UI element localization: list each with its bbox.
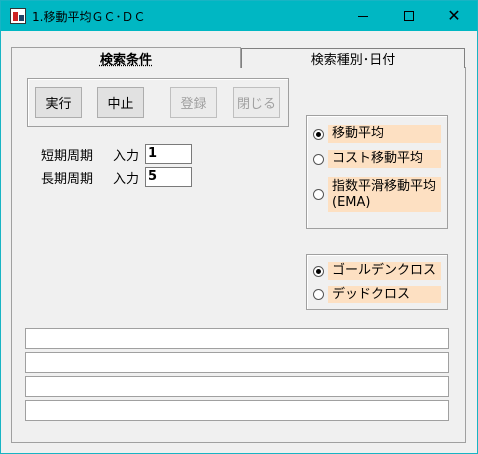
register-button[interactable]: 登録 xyxy=(170,87,217,118)
execute-button[interactable]: 実行 xyxy=(35,87,82,118)
long-input-label: 入力 xyxy=(113,172,140,187)
option-label: 移動平均 xyxy=(332,126,385,141)
tab-search-type-date[interactable]: 検索種別･日付 xyxy=(241,48,465,68)
stop-button[interactable]: 中止 xyxy=(97,87,144,118)
status-line-2 xyxy=(25,352,449,373)
long-period-input[interactable]: 5 xyxy=(145,167,192,187)
app-icon xyxy=(10,8,26,24)
radio-icon[interactable] xyxy=(313,189,324,200)
radio-icon[interactable] xyxy=(313,289,324,300)
radio-icon[interactable] xyxy=(313,153,324,165)
minimize-icon xyxy=(358,15,368,17)
tab-label: 検索種別･日付 xyxy=(310,53,396,68)
radio-ema[interactable]: 指数平滑移動平均(EMA) xyxy=(312,177,441,212)
short-period-input[interactable]: 1 xyxy=(145,144,192,164)
radio-selected-icon[interactable] xyxy=(313,265,324,277)
tab-search-conditions[interactable]: 検索条件 xyxy=(11,47,241,68)
close-icon: ✕ xyxy=(447,6,461,25)
maximize-button[interactable] xyxy=(386,1,432,31)
minimize-button[interactable] xyxy=(340,1,386,31)
close-button[interactable]: 閉じる xyxy=(233,87,280,118)
option-label: 指数平滑移動平均(EMA) xyxy=(332,178,437,210)
status-line-4 xyxy=(25,400,449,421)
status-line-3 xyxy=(25,376,449,397)
title-bar[interactable]: 1.移動平均ＧＣ･ＤＣ ✕ xyxy=(1,1,477,31)
short-input-label: 入力 xyxy=(113,149,140,164)
radio-selected-icon[interactable] xyxy=(313,128,324,140)
radio-golden-cross[interactable]: ゴールデンクロス xyxy=(312,262,441,280)
maximize-icon xyxy=(404,11,414,21)
short-period-label: 短期周期 xyxy=(41,149,94,164)
radio-dead-cross[interactable]: デッドクロス xyxy=(312,286,441,303)
status-line-1 xyxy=(25,328,449,349)
option-label: コスト移動平均 xyxy=(332,151,424,166)
window-title: 1.移動平均ＧＣ･ＤＣ xyxy=(32,10,146,24)
tab-label: 検索条件 xyxy=(99,52,152,68)
radio-moving-average[interactable]: 移動平均 xyxy=(312,125,441,143)
option-label: デッドクロス xyxy=(332,286,411,302)
close-window-button[interactable]: ✕ xyxy=(431,1,477,31)
long-period-label: 長期周期 xyxy=(41,172,94,187)
radio-cost-moving-average[interactable]: コスト移動平均 xyxy=(312,150,441,168)
option-label: ゴールデンクロス xyxy=(332,263,437,278)
